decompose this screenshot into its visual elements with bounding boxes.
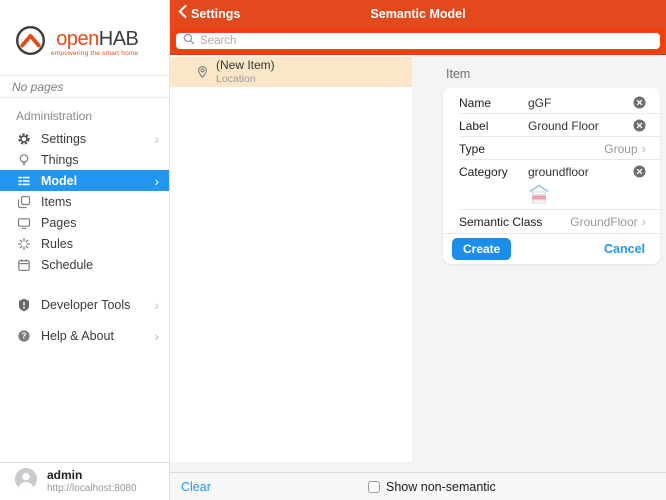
bottom-strip [170,462,666,472]
semantic-class-label: Semantic Class [459,215,542,229]
model-content: (New Item) Location Item Name gGF [170,55,666,462]
item-block-title: Item [446,67,660,81]
gear-icon [16,132,31,146]
form-row-name: Name gGF [443,91,660,114]
sidebar-item-settings[interactable]: Settings › [0,128,169,149]
openhab-admin-app: openHAB empowering the smart home No pag… [0,0,666,500]
category-field[interactable]: groundfloor [528,165,625,179]
label-field[interactable]: Ground Floor [528,119,625,133]
sidebar-item-rules[interactable]: Rules [0,233,169,254]
searchbar[interactable] [176,33,660,49]
user-account[interactable]: admin http://localhost:8080 [0,462,169,500]
calendar-icon [16,258,31,272]
chevron-right-icon: › [642,215,646,228]
create-button[interactable]: Create [452,238,511,260]
secondary-menu: Developer Tools › ? Help & About › [0,294,169,346]
search-subnav [170,28,666,55]
form-row-label: Label Ground Floor [443,114,660,137]
groundfloor-icon [528,183,550,212]
chevron-right-icon: › [154,132,159,146]
openhab-house-logo-icon [14,24,47,62]
bottom-toolbar: Clear Show non-semantic [170,472,666,500]
lightbulb-icon [16,153,31,167]
avatar [15,468,37,495]
search-icon [183,32,195,50]
checkbox-unchecked[interactable] [368,481,380,493]
search-input[interactable] [200,35,653,47]
monitor-icon [16,216,31,230]
brand-wordmark: openHAB [56,29,138,49]
shield-exclamation-icon [16,298,31,312]
copy-icon [16,195,31,209]
brand-tagline: empowering the smart home [51,50,138,57]
show-non-semantic-toggle[interactable]: Show non-semantic [368,480,496,494]
admin-menu: Settings › Things [0,128,169,275]
username: admin [47,469,137,483]
model-tree-panel: (New Item) Location [170,55,412,462]
type-select[interactable]: Group › [604,142,646,156]
sparkle-icon [16,237,31,251]
clear-button[interactable]: Clear [181,480,211,494]
sidebar-item-help-about[interactable]: ? Help & About › [0,325,169,346]
item-details-panel: Item Name gGF Label Ground Floor [412,55,666,462]
sidebar-item-developer-tools[interactable]: Developer Tools › [0,294,169,315]
search-highlight-box [172,29,664,53]
clear-category-icon[interactable] [633,165,646,178]
model-tree-icon [16,174,31,188]
server-url: http://localhost:8080 [47,483,137,495]
svg-text:?: ? [21,331,26,340]
sidebar-item-things[interactable]: Things [0,149,169,170]
checkbox-label: Show non-semantic [386,480,496,494]
tree-item-title: (New Item) [216,59,275,73]
form-row-type: Type Group › [443,137,660,160]
main-area: Settings Semantic Model [170,0,666,500]
tree-item-new-item[interactable]: (New Item) Location [170,57,412,87]
name-field[interactable]: gGF [528,96,625,110]
semantic-class-select[interactable]: GroundFloor › [570,215,646,229]
form-row-category: Category groundfloor [443,160,660,183]
form-actions: Create Cancel [443,233,660,264]
sidebar-item-pages[interactable]: Pages [0,212,169,233]
name-label: Name [459,96,528,110]
clear-label-icon[interactable] [633,119,646,132]
chevron-right-icon: › [154,298,159,312]
sidebar: openHAB empowering the smart home No pag… [0,0,170,500]
chevron-right-icon: › [642,142,646,155]
chevron-right-icon: › [154,174,159,188]
navbar: Settings Semantic Model [170,0,666,28]
administration-section-label: Administration [16,109,169,123]
back-to-settings-button[interactable]: Settings [170,5,240,23]
form-row-semantic-class: Semantic Class GroundFloor › [443,210,660,233]
sidebar-item-schedule[interactable]: Schedule [0,254,169,275]
category-icon-preview [443,183,660,210]
sidebar-item-items[interactable]: Items [0,191,169,212]
item-form-card: Name gGF Label Ground Floor [443,88,660,264]
openhab-logo[interactable]: openHAB empowering the smart home [0,0,169,75]
chevron-right-icon: › [154,329,159,343]
category-label: Category [459,165,528,179]
chevron-left-icon [178,5,187,23]
type-label: Type [459,142,485,156]
label-label: Label [459,119,528,133]
question-circle-icon: ? [16,329,31,343]
clear-name-icon[interactable] [633,96,646,109]
no-pages-label: No pages [0,75,169,98]
tree-item-subtitle: Location [216,73,275,85]
sidebar-item-model[interactable]: Model › [0,170,169,191]
page-title: Semantic Model [170,7,666,21]
cancel-button[interactable]: Cancel [604,242,645,256]
location-pin-icon [197,65,208,79]
